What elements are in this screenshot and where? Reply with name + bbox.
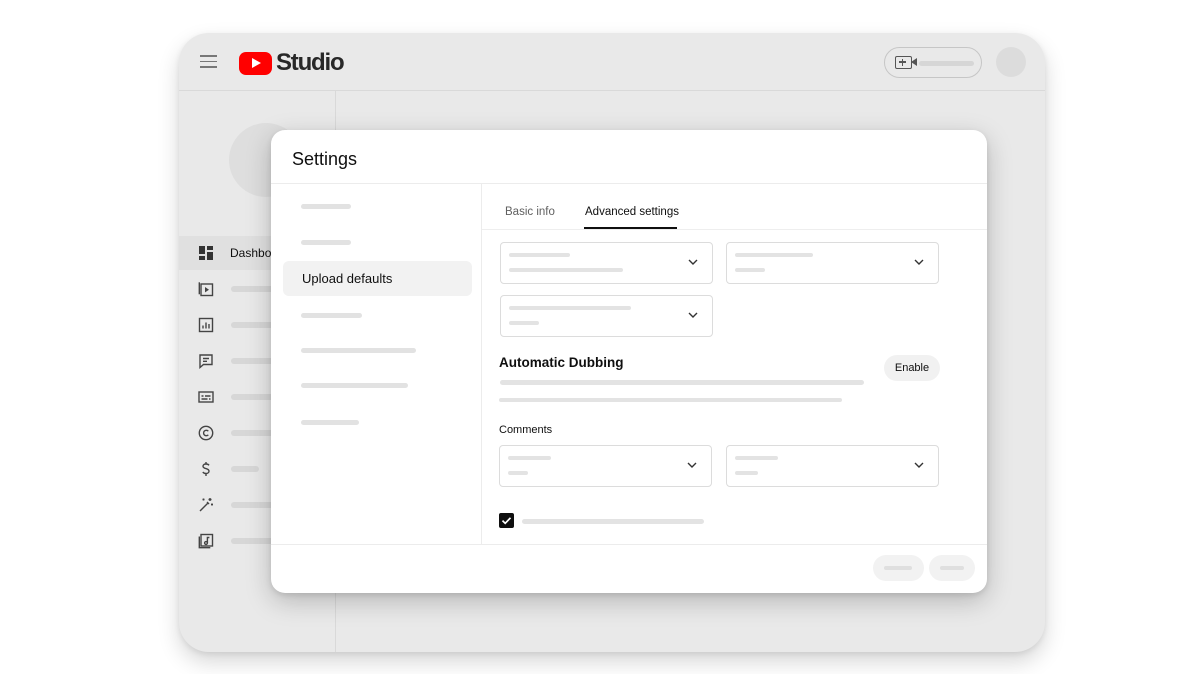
copyright-icon: [198, 425, 214, 441]
settings-nav-label: Upload defaults: [302, 271, 393, 286]
chevron-down-icon: [686, 459, 698, 471]
customization-icon: [198, 497, 214, 513]
audio-library-icon: [198, 533, 214, 549]
automatic-dubbing-title: Automatic Dubbing: [499, 355, 624, 370]
dubbing-description: [499, 398, 842, 402]
comments-label: Comments: [499, 424, 553, 436]
tab-advanced-settings[interactable]: Advanced settings: [585, 205, 679, 219]
account-avatar[interactable]: [996, 47, 1026, 77]
youtube-play-icon: [239, 51, 272, 75]
settings-dialog: Settings Upload defaults Basic info Adva…: [271, 130, 987, 593]
studio-logo[interactable]: Studio: [239, 49, 345, 76]
settings-nav-item[interactable]: [283, 368, 472, 403]
dubbing-description: [500, 380, 864, 385]
chevron-down-icon: [687, 309, 699, 321]
chevron-down-icon: [687, 256, 699, 268]
checkbox-label: [522, 519, 704, 524]
settings-checkbox[interactable]: [499, 513, 514, 528]
menu-icon[interactable]: [200, 55, 217, 68]
logo-text: Studio: [276, 49, 345, 76]
dropdown-field[interactable]: [726, 445, 939, 487]
cancel-button[interactable]: [873, 555, 924, 581]
settings-nav-item[interactable]: [283, 298, 472, 333]
subtitles-icon: [198, 389, 214, 405]
tab-basic-info[interactable]: Basic info: [505, 205, 555, 219]
monetization-icon: [198, 461, 214, 477]
analytics-icon: [198, 317, 214, 333]
save-button[interactable]: [929, 555, 975, 581]
chevron-down-icon: [913, 459, 925, 471]
dropdown-field[interactable]: [499, 445, 712, 487]
enable-dubbing-button[interactable]: Enable: [884, 355, 940, 381]
settings-nav-item[interactable]: [283, 405, 472, 440]
dialog-title: Settings: [292, 149, 358, 169]
settings-nav-item[interactable]: [283, 189, 472, 224]
app-header: Studio: [179, 33, 1045, 91]
dropdown-field[interactable]: [500, 295, 713, 337]
settings-nav-item[interactable]: [283, 225, 472, 260]
content-icon: [198, 281, 214, 297]
chevron-down-icon: [913, 256, 925, 268]
dashboard-icon: [198, 245, 214, 261]
checkmark-icon: [501, 517, 512, 525]
settings-nav-item[interactable]: [283, 333, 472, 368]
comments-icon: [198, 353, 214, 369]
create-video-icon: [895, 56, 912, 69]
dropdown-field[interactable]: [500, 242, 713, 284]
create-button[interactable]: [884, 47, 982, 78]
settings-nav-upload-defaults[interactable]: Upload defaults: [283, 261, 472, 296]
dropdown-field[interactable]: [726, 242, 939, 284]
